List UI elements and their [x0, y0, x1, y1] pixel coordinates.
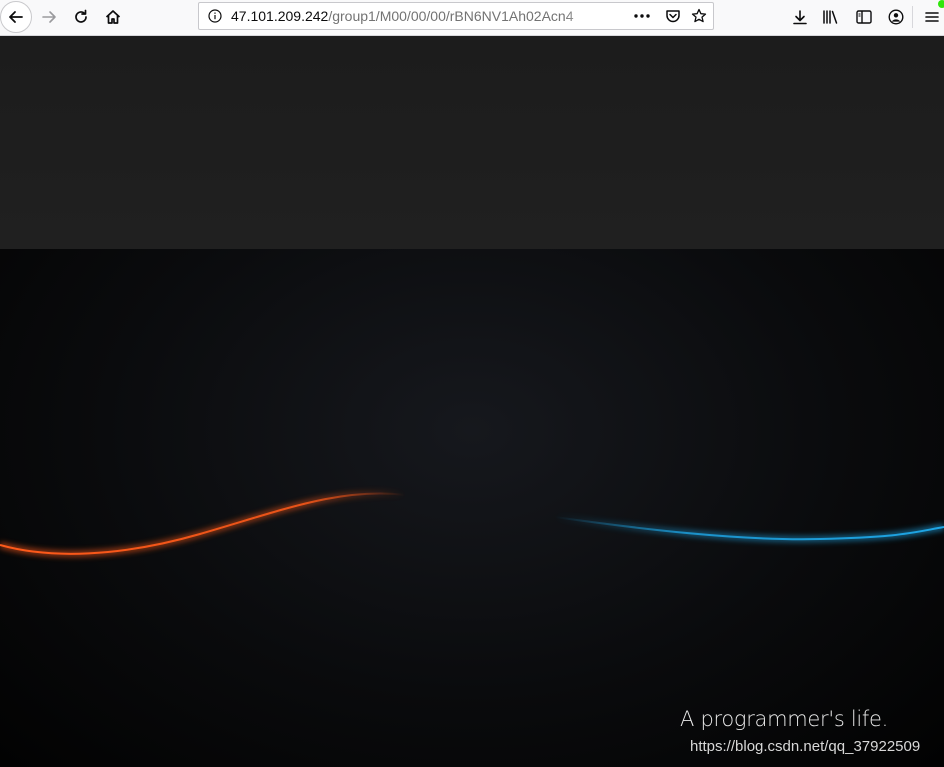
browser-toolbar: 47.101.209.242/group1/M00/00/00/rBN6NV1A… — [0, 0, 944, 36]
image-top-panel — [0, 36, 944, 249]
forward-button[interactable] — [33, 1, 65, 33]
library-icon — [822, 9, 840, 25]
wallpaper-tagline: A programmer's life. — [680, 707, 889, 731]
account-button[interactable] — [880, 1, 912, 33]
reload-icon — [72, 8, 90, 26]
wallpaper-image: A programmer's life. https://blog.csdn.n… — [0, 249, 944, 767]
url-path: /group1/M00/00/00/rBN6NV1Ah02Acn4 — [328, 8, 574, 24]
ellipsis-icon[interactable] — [633, 9, 651, 28]
star-icon[interactable] — [691, 8, 707, 29]
account-icon — [888, 9, 904, 25]
home-icon — [104, 8, 122, 26]
pocket-icon[interactable] — [665, 8, 681, 29]
source-watermark: https://blog.csdn.net/qq_37922509 — [690, 738, 921, 755]
download-icon — [792, 9, 808, 25]
reload-button[interactable] — [65, 1, 97, 33]
url-bar[interactable]: 47.101.209.242/group1/M00/00/00/rBN6NV1A… — [198, 2, 714, 30]
back-button[interactable] — [0, 1, 32, 33]
info-icon[interactable] — [208, 9, 222, 28]
hamburger-menu-icon — [925, 10, 939, 24]
forward-arrow-icon — [40, 8, 58, 26]
orange-wave-glow — [0, 490, 406, 557]
update-badge — [938, 0, 944, 8]
toolbar-separator — [912, 6, 913, 28]
home-button[interactable] — [97, 1, 129, 33]
sidebar-button[interactable] — [848, 1, 880, 33]
back-arrow-icon — [7, 8, 25, 26]
url-host: 47.101.209.242 — [231, 8, 329, 24]
library-button[interactable] — [815, 1, 847, 33]
orange-wave — [0, 492, 406, 555]
sidebar-icon — [856, 10, 872, 24]
light-waves — [0, 490, 944, 557]
downloads-button[interactable] — [784, 1, 816, 33]
url-text[interactable]: 47.101.209.242/group1/M00/00/00/rBN6NV1A… — [231, 8, 601, 24]
